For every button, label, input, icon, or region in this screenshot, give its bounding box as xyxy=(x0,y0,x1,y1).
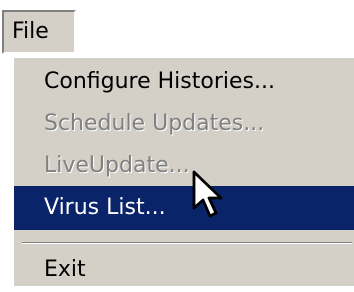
menu-item-label: Exit xyxy=(44,257,86,282)
menu-bar: File xyxy=(0,0,354,58)
menu-item-label: LiveUpdate... xyxy=(44,153,190,178)
menu-separator xyxy=(22,242,352,244)
menu-item-label: Schedule Updates... xyxy=(44,111,265,136)
menu-item-liveupdate: LiveUpdate... xyxy=(14,144,354,188)
menu-item-virus-list[interactable]: Virus List... xyxy=(14,186,354,230)
menu-item-configure-histories[interactable]: Configure Histories... xyxy=(14,60,354,104)
file-menu[interactable]: File xyxy=(2,10,76,54)
menu-item-label: Virus List... xyxy=(44,195,166,220)
file-menu-label: File xyxy=(12,19,49,44)
arrow-pointer-icon xyxy=(192,170,223,218)
file-dropdown-menu: Configure Histories... Schedule Updates.… xyxy=(12,56,354,286)
menu-item-exit[interactable]: Exit xyxy=(14,248,354,292)
menu-item-label: Configure Histories... xyxy=(44,69,275,94)
menu-item-schedule-updates: Schedule Updates... xyxy=(14,102,354,146)
